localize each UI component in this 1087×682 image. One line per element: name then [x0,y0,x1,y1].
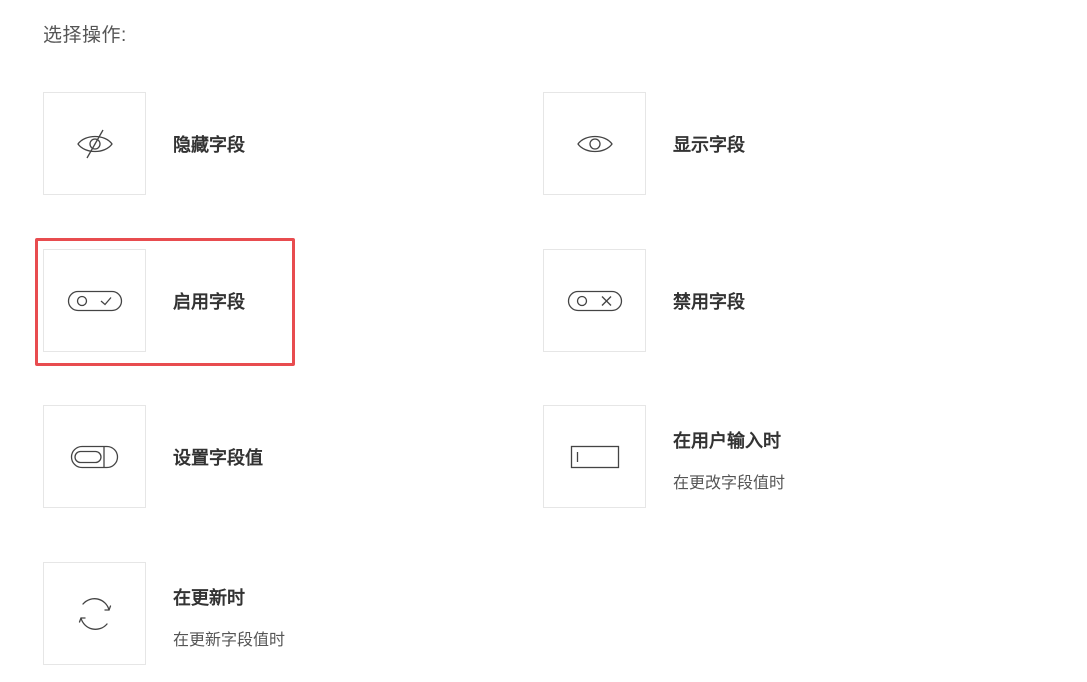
option-disable-field-label: 禁用字段 [673,292,745,312]
option-hide-field-label: 隐藏字段 [173,135,245,155]
option-show-field-label: 显示字段 [673,135,745,155]
toggle-x-icon [567,289,623,313]
option-set-field-value-icon-box[interactable] [43,405,146,508]
option-disable-field-icon-box[interactable] [543,249,646,352]
eye-icon [575,129,615,159]
option-enable-field-label: 启用字段 [173,292,245,312]
option-on-update-label: 在更新时 [173,588,245,608]
option-on-user-input-description: 在更改字段值时 [673,475,786,492]
field-value-icon [69,444,121,470]
page-heading: 选择操作: [43,25,127,46]
toggle-check-icon [67,289,123,313]
option-disable-field[interactable]: 禁用字段 [543,249,963,353]
text-cursor-field-icon [570,444,620,470]
option-hide-field[interactable]: 隐藏字段 [43,92,463,196]
option-on-update-description: 在更新字段值时 [173,632,286,649]
option-on-user-input-label: 在用户输入时 [673,431,781,451]
option-on-update-icon-box[interactable] [43,562,146,665]
option-set-field-value-label: 设置字段值 [173,448,263,468]
option-hide-field-icon-box[interactable] [43,92,146,195]
option-show-field[interactable]: 显示字段 [543,92,963,196]
option-set-field-value[interactable]: 设置字段值 [43,405,463,509]
option-show-field-icon-box[interactable] [543,92,646,195]
option-on-user-input-icon-box[interactable] [543,405,646,508]
eye-slash-icon [75,127,115,161]
option-on-user-input[interactable]: 在用户输入时 在更改字段值时 [543,405,963,509]
option-on-update[interactable]: 在更新时 在更新字段值时 [43,562,463,666]
option-enable-field-icon-box[interactable] [43,249,146,352]
option-enable-field[interactable]: 启用字段 [43,249,463,353]
refresh-icon [74,593,116,635]
